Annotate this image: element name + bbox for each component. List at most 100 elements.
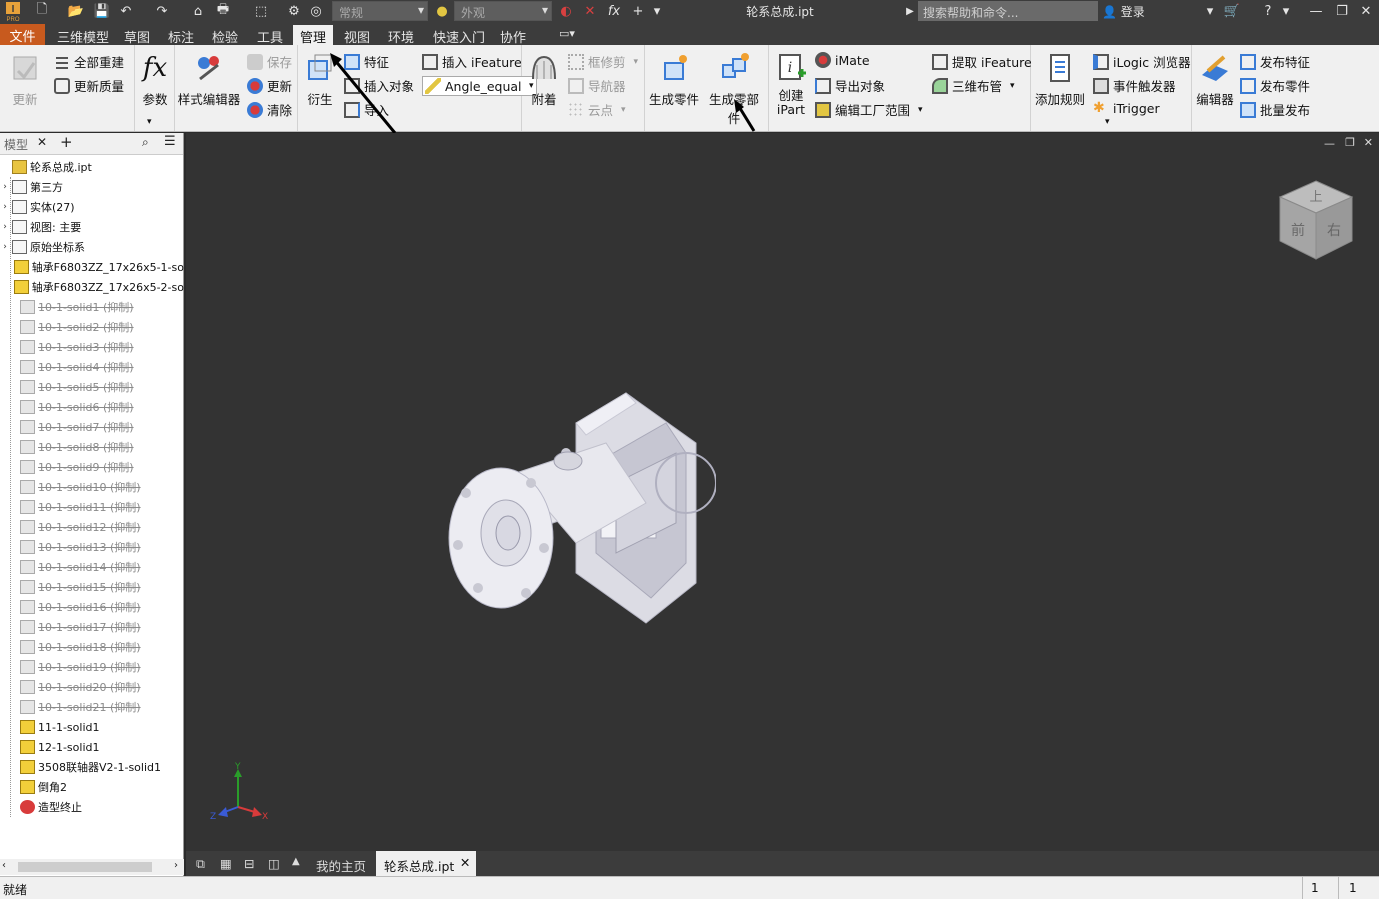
panel-options-icon[interactable]: ▭▾ — [552, 25, 582, 45]
tab-get-started[interactable]: 快速入门 — [426, 25, 492, 46]
purge-style-button[interactable]: 清除 — [247, 100, 292, 119]
new-icon[interactable]: 🗋 — [32, 2, 52, 20]
help-icon[interactable]: ? — [1258, 2, 1278, 20]
restore-icon[interactable]: ❐ — [1332, 2, 1352, 20]
tree-item[interactable]: 轴承F6803ZZ_17x26x5-1-so — [0, 257, 184, 277]
browser-close-icon[interactable]: ✕ — [37, 135, 47, 149]
tab-view[interactable]: 视图 — [337, 25, 377, 46]
tree-item[interactable]: 11-1-solid1 — [0, 717, 184, 737]
export-object-button[interactable]: 导出对象 — [815, 76, 885, 95]
extract-ifeature-button[interactable]: 提取 iFeature — [932, 52, 1032, 71]
measure-icon[interactable]: ⚙ — [284, 2, 304, 20]
itrigger-button[interactable]: ✱ iTrigger — [1093, 100, 1160, 116]
inventor-logo[interactable]: I PRO — [2, 0, 24, 23]
tree-item[interactable]: 10-1-solid13 (抑制) — [0, 537, 184, 557]
plus-icon[interactable]: + — [628, 2, 648, 20]
viewport-restore-icon[interactable]: ❐ — [1345, 136, 1355, 149]
minimize-icon[interactable]: — — [1306, 2, 1326, 20]
style-editor-button[interactable]: 样式编辑器 — [177, 51, 241, 108]
redo-icon[interactable]: ↷ — [152, 2, 172, 20]
help-dropdown-icon[interactable]: ▾ — [1280, 2, 1292, 20]
tree-item[interactable]: 10-1-solid16 (抑制) — [0, 597, 184, 617]
tree-item[interactable]: 10-1-solid10 (抑制) — [0, 477, 184, 497]
rebuild-all-button[interactable]: 全部重建 — [54, 52, 124, 71]
login-dropdown-icon[interactable]: ▾ — [1204, 2, 1216, 20]
tree-item[interactable]: 10-1-solid5 (抑制) — [0, 377, 184, 397]
event-trigger-button[interactable]: 事件触发器 — [1093, 76, 1176, 95]
tree-item[interactable]: 倒角2 — [0, 777, 184, 797]
piping-button[interactable]: 三维布管 ▾ — [932, 76, 1015, 95]
browser-search-icon[interactable]: ⌕ — [142, 135, 149, 150]
tab-annotate[interactable]: 标注 — [161, 25, 201, 46]
cascade-windows-icon[interactable]: ⧉ — [188, 851, 213, 876]
tree-item[interactable]: 10-1-solid19 (抑制) — [0, 657, 184, 677]
viewport-close-icon[interactable]: ✕ — [1364, 136, 1373, 149]
tree-item[interactable]: 10-1-solid20 (抑制) — [0, 677, 184, 697]
appearance-dropdown[interactable]: 外观 — [454, 1, 552, 21]
tree-item[interactable]: 10-1-solid21 (抑制) — [0, 697, 184, 717]
expand-chevron-icon[interactable]: › — [0, 242, 10, 252]
appearance-globe-icon[interactable]: ◎ — [306, 2, 326, 20]
tree-item[interactable]: 10-1-solid7 (抑制) — [0, 417, 184, 437]
tree-item[interactable]: 10-1-solid11 (抑制) — [0, 497, 184, 517]
navigator-button[interactable]: 导航器 — [568, 76, 626, 95]
appearance-override-icon[interactable]: ◐ — [556, 2, 576, 20]
save-style-button[interactable]: 保存 — [247, 52, 292, 71]
browser-hscrollbar[interactable]: ‹ › — [0, 859, 184, 875]
tabs-up-icon[interactable]: ▲ — [284, 851, 308, 876]
expand-chevron-icon[interactable]: › — [0, 222, 10, 232]
style-dropdown[interactable]: 常规 — [332, 1, 428, 21]
tab-sketch[interactable]: 草图 — [117, 25, 157, 46]
tree-item[interactable]: › 视图: 主要 — [0, 217, 184, 237]
save-icon[interactable]: 💾 — [92, 2, 112, 20]
login-button[interactable]: 👤 登录 — [1102, 3, 1145, 20]
print-icon[interactable]: 🖶 — [212, 2, 234, 20]
update-style-button[interactable]: 更新 — [247, 76, 292, 95]
tree-item[interactable]: 10-1-solid12 (抑制) — [0, 517, 184, 537]
tab-collaborate[interactable]: 协作 — [493, 25, 533, 46]
expand-chevron-icon[interactable]: › — [0, 182, 10, 192]
add-browser-tab-icon[interactable]: + — [60, 133, 73, 151]
params-expand-icon[interactable]: ▾ — [147, 117, 152, 127]
home-icon[interactable]: ⌂ — [188, 2, 208, 20]
scroll-right-icon[interactable]: › — [174, 860, 178, 871]
tab-tools[interactable]: 工具 — [250, 25, 290, 46]
tab-file[interactable]: 文件 — [0, 24, 45, 45]
editor-button[interactable]: 编辑器 — [1194, 51, 1236, 108]
tab-document[interactable]: 轮系总成.ipt ✕ — [376, 851, 477, 876]
cart-icon[interactable]: 🛒 — [1222, 2, 1242, 20]
edit-factory-scope-button[interactable]: 编辑工厂范围 ▾ — [815, 100, 923, 119]
tree-item[interactable]: 造型终止 — [0, 797, 184, 817]
tab-close-icon[interactable]: ✕ — [460, 855, 470, 870]
select-filter-icon[interactable]: ⬚ — [250, 2, 272, 20]
customize-arrow-icon[interactable]: ▾ — [650, 2, 664, 20]
tree-item[interactable]: 10-1-solid1 (抑制) — [0, 297, 184, 317]
tree-item[interactable]: 10-1-solid6 (抑制) — [0, 397, 184, 417]
frame-trim-button[interactable]: 框修剪 ▾ — [568, 52, 638, 71]
tab-environments[interactable]: 环境 — [381, 25, 421, 46]
tab-inspect[interactable]: 检验 — [205, 25, 245, 46]
add-rule-button[interactable]: 添加规则 — [1033, 51, 1087, 108]
undo-icon[interactable]: ↶ — [116, 2, 136, 20]
viewport-minimize-icon[interactable]: — — [1324, 137, 1335, 150]
clear-appearance-icon[interactable]: ✕ — [580, 2, 600, 20]
attach-button[interactable]: 附着 — [526, 51, 562, 108]
batch-publish-button[interactable]: 批量发布 — [1240, 100, 1310, 119]
viewcube[interactable]: 上 前 右 — [1276, 179, 1356, 263]
tree-item[interactable]: 10-1-solid4 (抑制) — [0, 357, 184, 377]
tree-item[interactable]: 10-1-solid17 (抑制) — [0, 617, 184, 637]
tree-item[interactable]: 10-1-solid3 (抑制) — [0, 337, 184, 357]
make-part-button[interactable]: 生成零件 — [649, 51, 699, 108]
tree-item[interactable]: › 第三方 — [0, 177, 184, 197]
tree-item[interactable]: 10-1-solid2 (抑制) — [0, 317, 184, 337]
tree-item[interactable]: 3508联轴器V2-1-solid1 — [0, 757, 184, 777]
tree-item[interactable]: 轴承F6803ZZ_17x26x5-2-so — [0, 277, 184, 297]
scroll-thumb[interactable] — [18, 862, 152, 872]
imate-button[interactable]: iMate — [815, 52, 870, 68]
model-3d-part[interactable] — [436, 383, 716, 633]
help-search-input[interactable]: 搜索帮助和命令... — [918, 1, 1098, 21]
tree-item[interactable]: 10-1-solid18 (抑制) — [0, 637, 184, 657]
tree-item[interactable]: 10-1-solid9 (抑制) — [0, 457, 184, 477]
angle-equal-dropdown[interactable]: Angle_equal ▾ — [422, 76, 537, 96]
tab-manage[interactable]: 管理 — [293, 25, 334, 46]
